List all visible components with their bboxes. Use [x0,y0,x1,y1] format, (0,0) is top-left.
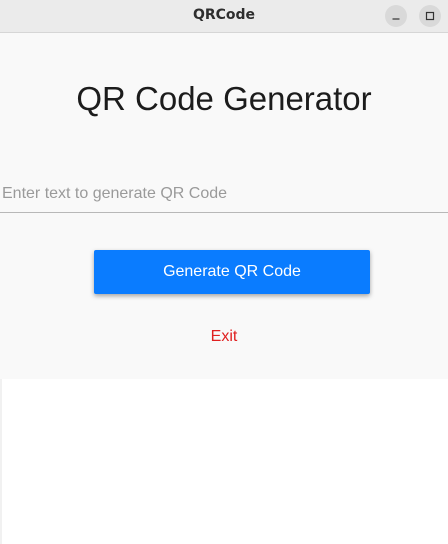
window-title: QRCode [192,7,256,23]
qr-text-input[interactable] [0,177,448,211]
title-bar[interactable]: QRCode [0,0,448,33]
app-window: QRCode QR Code Generator Generate QR Cod… [0,0,448,544]
minimize-button[interactable] [385,5,407,27]
maximize-icon [425,11,435,21]
exit-button[interactable]: Exit [0,326,448,348]
main-content: QR Code Generator Generate QR Code Exit [0,33,448,379]
page-title: QR Code Generator [76,80,372,117]
minimize-icon [392,18,400,20]
maximize-button[interactable] [419,5,441,27]
qr-code-display-area [2,379,448,544]
generate-qr-button[interactable]: Generate QR Code [94,250,370,294]
text-input-container [0,177,448,213]
